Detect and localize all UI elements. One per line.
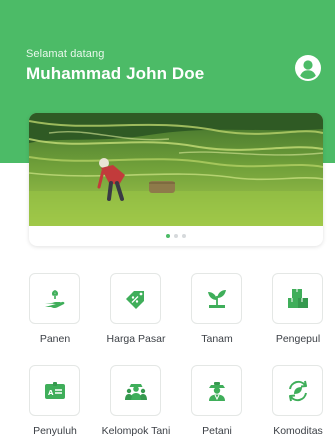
sprout-plant-icon — [207, 289, 226, 308]
menu-label: Panen — [39, 333, 71, 345]
rice-terrace-farmer-photo — [29, 113, 323, 226]
menu-label: Harga Pasar — [106, 333, 166, 345]
price-tag-percent-icon — [125, 290, 144, 309]
menu-tile — [110, 273, 161, 324]
menu-label: Kelompok Tani — [101, 425, 171, 437]
menu-tile — [272, 273, 323, 324]
user-circle-icon — [295, 55, 321, 81]
username-text: Muhammad John Doe — [26, 64, 205, 83]
menu-item-komoditas[interactable]: Komoditas — [258, 365, 335, 438]
menu-tile — [29, 273, 80, 324]
carousel-dot[interactable] — [174, 234, 178, 238]
menu-item-harga-pasar[interactable]: Harga Pasar — [96, 273, 176, 353]
menu-tile: A — [29, 365, 80, 416]
carousel-dot[interactable] — [166, 234, 170, 238]
menu-tile — [110, 365, 161, 416]
harvest-hand-plant-icon — [44, 289, 64, 308]
menu-item-petani[interactable]: Petani — [177, 365, 257, 438]
promo-carousel[interactable] — [29, 113, 323, 246]
greeting-text: Selamat datang — [26, 48, 105, 60]
menu-tile — [191, 365, 242, 416]
menu-label: Komoditas — [273, 425, 323, 437]
carousel-indicator — [29, 232, 323, 240]
id-card-icon: A — [44, 381, 65, 399]
menu-item-tanam[interactable]: Tanam — [177, 273, 257, 353]
carousel-dot[interactable] — [182, 234, 186, 238]
menu-item-pengepul[interactable]: Pengepul — [258, 273, 335, 353]
menu-tile — [272, 365, 323, 416]
farmer-group-icon — [124, 383, 147, 400]
menu-label: Penyuluh — [33, 425, 77, 437]
menu-item-kelompok-tani[interactable]: Kelompok Tani — [96, 365, 176, 438]
recycle-leaf-icon — [288, 380, 307, 401]
farmer-icon — [208, 381, 225, 401]
menu-label: Tanam — [201, 333, 233, 345]
boxes-stack-icon — [287, 288, 308, 308]
menu-label: Pengepul — [275, 333, 321, 345]
menu-item-penyuluh[interactable]: A Penyuluh — [15, 365, 95, 438]
profile-button[interactable] — [294, 54, 322, 82]
svg-text:A: A — [48, 389, 54, 397]
menu-label: Petani — [202, 425, 232, 437]
menu-tile — [191, 273, 242, 324]
menu-item-panen[interactable]: Panen — [15, 273, 95, 353]
